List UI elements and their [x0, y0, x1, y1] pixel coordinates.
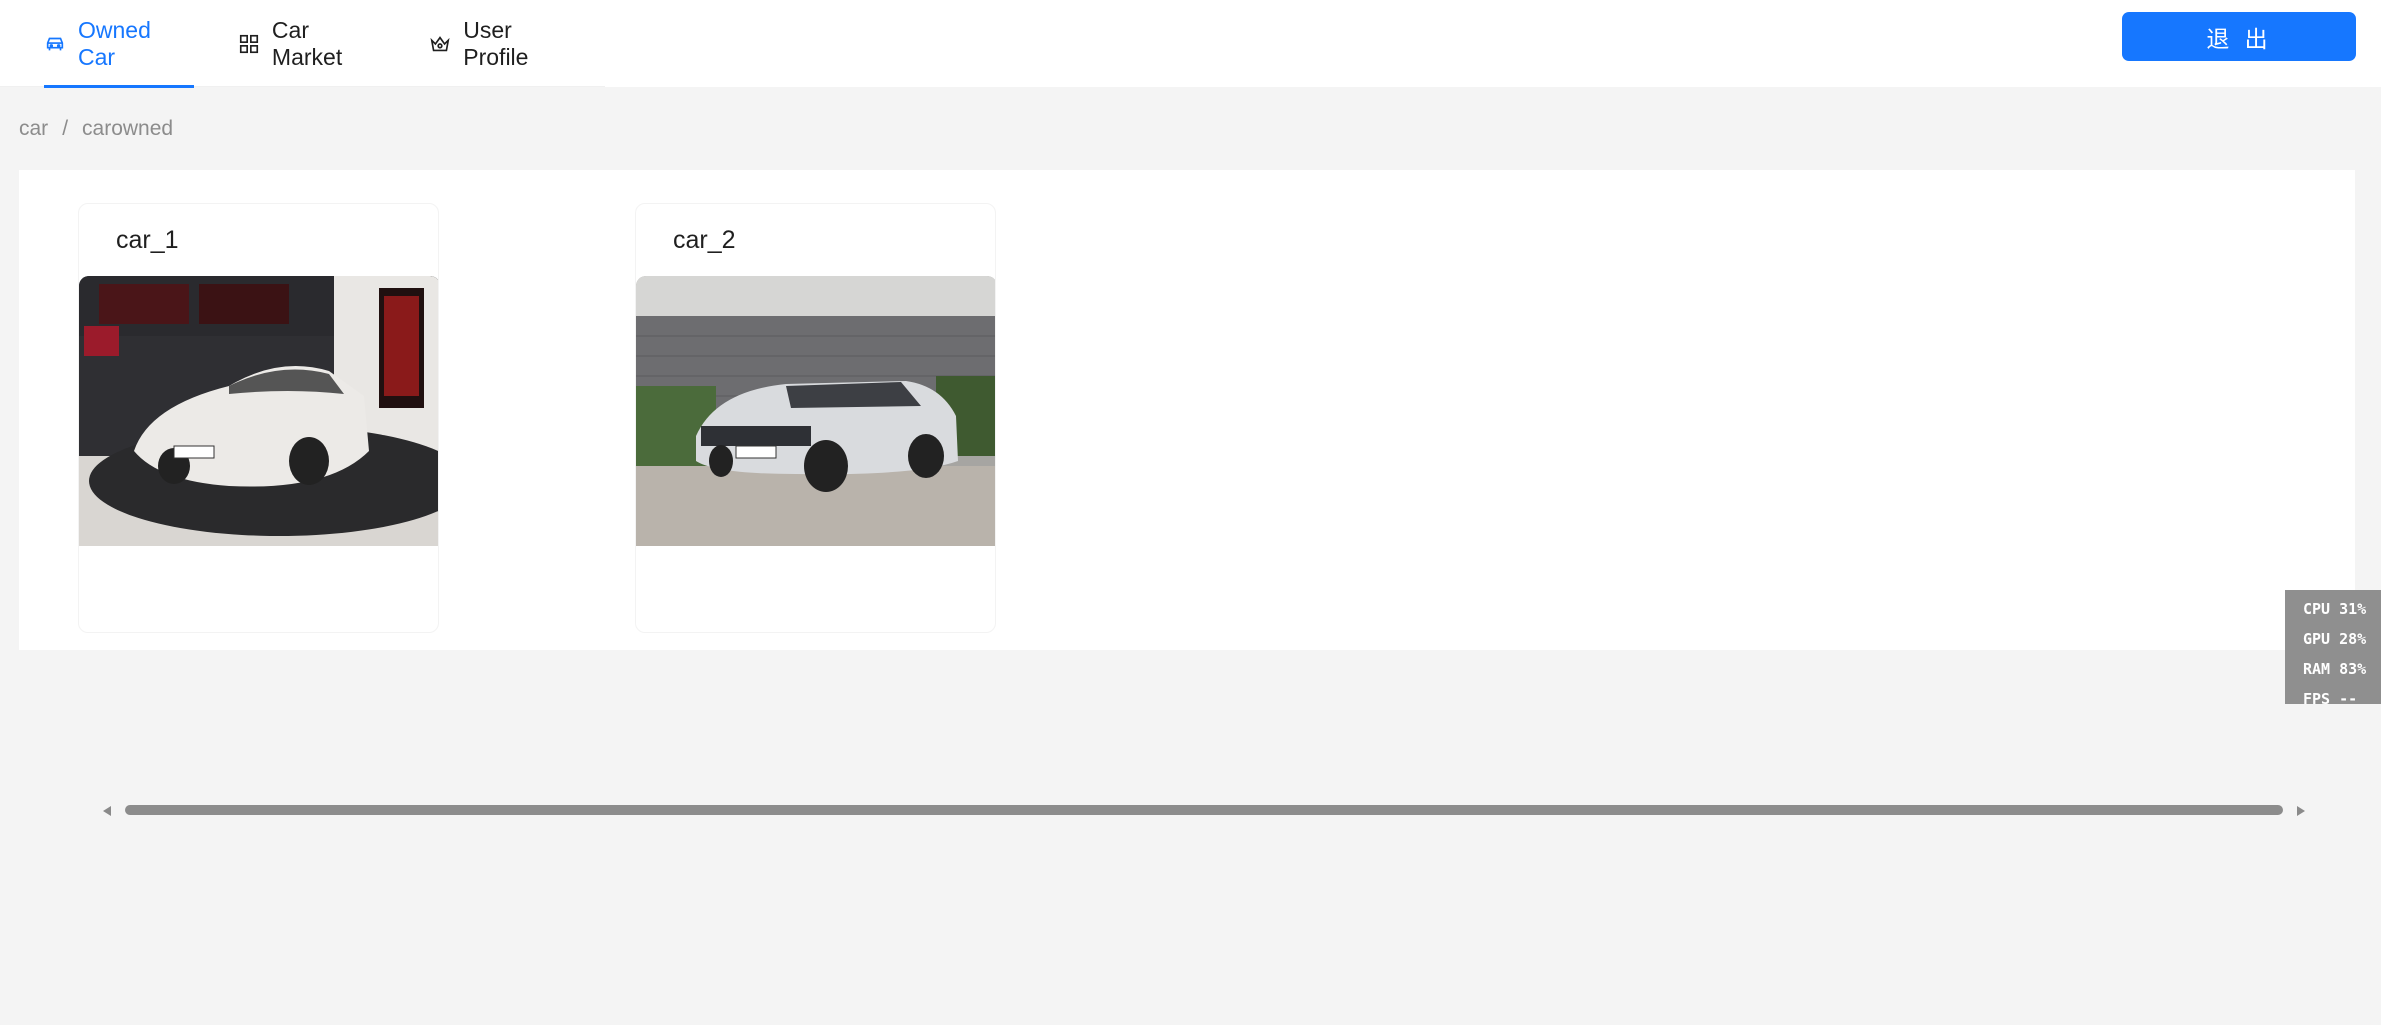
- menu-item-car-market[interactable]: Car Market: [216, 0, 407, 87]
- owned-cars-panel: car_1 car_2: [19, 170, 2355, 816]
- main-menu: Owned Car Car Market User Profile: [0, 0, 605, 88]
- cpu-usage: CPU 31%: [2303, 600, 2367, 618]
- scrollbar-thumb[interactable]: [125, 805, 2283, 815]
- menu-item-owned-car[interactable]: Owned Car: [22, 0, 216, 88]
- car-icon: [44, 33, 66, 55]
- top-navigation-bar: Owned Car Car Market User Profile 退 出: [0, 0, 2381, 88]
- car-card-title: car_2: [673, 225, 736, 254]
- gpu-usage: GPU 28%: [2303, 630, 2367, 648]
- menu-item-label: User Profile: [463, 16, 529, 70]
- fps-counter: FPS --: [2303, 690, 2358, 708]
- car-image: [636, 276, 995, 546]
- breadcrumb-separator: /: [62, 117, 69, 140]
- car-card-title: car_1: [116, 225, 179, 254]
- logout-button[interactable]: 退 出: [2122, 12, 2356, 61]
- scroll-left-arrow-icon[interactable]: [103, 806, 111, 816]
- menu-item-label: Owned Car: [78, 16, 151, 70]
- breadcrumb-item-carowned: carowned: [82, 117, 174, 140]
- ram-usage: RAM 83%: [2303, 660, 2367, 678]
- car-image: [79, 276, 438, 546]
- car-card[interactable]: car_2: [635, 203, 996, 633]
- performance-overlay: CPU 31% GPU 28% RAM 83% FPS --: [2285, 590, 2381, 708]
- menu-item-user-profile[interactable]: User Profile: [407, 0, 605, 87]
- car-card[interactable]: car_1: [78, 203, 439, 633]
- breadcrumb: car / carowned: [19, 114, 173, 144]
- breadcrumb-item-car[interactable]: car: [19, 117, 48, 141]
- appstore-icon: [238, 33, 260, 55]
- horizontal-scrollbar[interactable]: [103, 802, 2305, 820]
- scroll-right-arrow-icon[interactable]: [2297, 806, 2305, 816]
- crown-icon: [429, 33, 451, 55]
- menu-item-label: Car Market: [271, 16, 343, 70]
